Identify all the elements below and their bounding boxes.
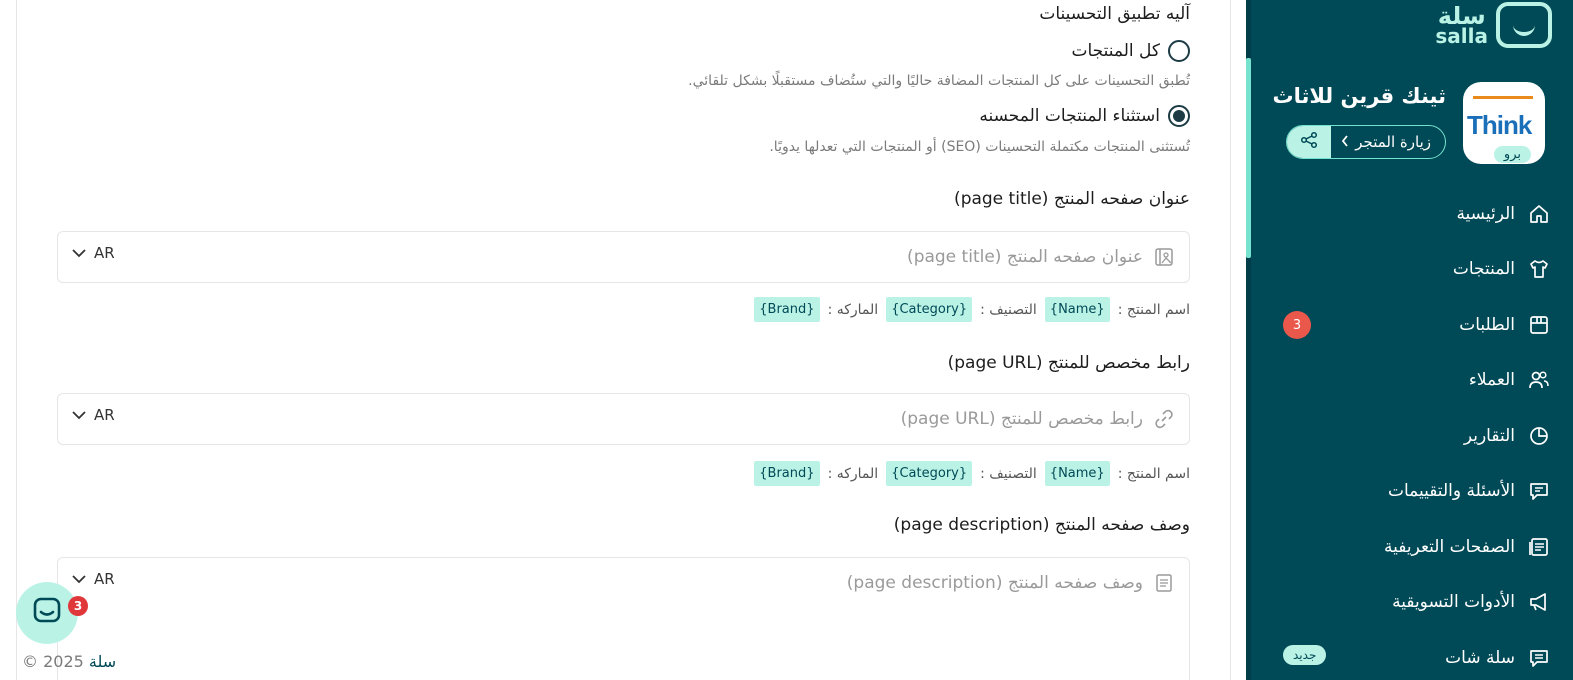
- sidebar-item-reports[interactable]: التقارير: [1253, 408, 1573, 464]
- salla-bag-icon: [1496, 2, 1552, 48]
- visit-store-label: زيارة المتجر: [1355, 133, 1431, 151]
- footer-brand-link[interactable]: سلة: [89, 652, 116, 671]
- page-url-lang-select[interactable]: AR: [72, 406, 115, 424]
- category-tag-label: التصنيف :: [980, 301, 1037, 318]
- name-tag-label: اسم المنتج :: [1117, 301, 1190, 318]
- sidebar-item-label: المنتجات: [1452, 259, 1515, 280]
- option-all-products-label: كل المنتجات: [1071, 41, 1160, 61]
- sidebar: سلة salla Think برو ثينك قرين للاثاث زيا…: [1246, 0, 1573, 680]
- chat-notification-badge: 3: [68, 596, 88, 616]
- sidebar-item-marketing[interactable]: الأدوات التسويقية: [1253, 575, 1573, 631]
- sidebar-item-reviews[interactable]: الأسئلة والتقييمات: [1253, 464, 1573, 520]
- chevron-down-icon: [72, 244, 86, 262]
- category-tag[interactable]: {Category}: [886, 461, 973, 486]
- chevron-down-icon: [72, 406, 86, 424]
- option-all-products-description: تُطبق التحسينات على كل المنتجات المضافة …: [688, 73, 1190, 89]
- option-exclude-optimized-label: استثناء المنتجات المحسنه: [979, 106, 1160, 126]
- sidebar-scroll-thumb[interactable]: [1246, 58, 1251, 258]
- share-icon: [1300, 131, 1318, 153]
- sidebar-item-label: الأسئلة والتقييمات: [1387, 481, 1515, 502]
- sidebar-item-salla-chat[interactable]: سلة شات جديد: [1253, 630, 1573, 680]
- salla-logo[interactable]: سلة salla: [1435, 2, 1552, 48]
- pie-chart-icon: [1527, 424, 1551, 448]
- option-exclude-optimized-description: تُستثنى المنتجات مكتملة التحسينات (SEO) …: [769, 139, 1190, 155]
- pages-icon: [1527, 535, 1551, 559]
- page-description-lang-select[interactable]: AR: [72, 570, 115, 588]
- name-tag-label: اسم المنتج :: [1117, 465, 1190, 482]
- orders-box-icon: [1527, 313, 1551, 337]
- page-title-tags: اسم المنتج : {Name} التصنيف : {Category}…: [754, 297, 1190, 322]
- logo-text-en: salla: [1435, 24, 1488, 48]
- image-field-icon: [1153, 246, 1175, 268]
- brand-tag-label: الماركه :: [827, 465, 879, 482]
- sidebar-item-label: الرئيسية: [1456, 203, 1515, 224]
- page-title-input[interactable]: عنوان صفحه المنتج (page title) AR: [57, 231, 1190, 283]
- users-icon: [1527, 368, 1551, 392]
- share-button[interactable]: [1287, 126, 1332, 158]
- support-chat-button[interactable]: [16, 582, 78, 644]
- seo-settings-card: آليه تطبيق التحسينات كل المنتجات تُطبق ا…: [16, 0, 1231, 680]
- name-tag[interactable]: {Name}: [1044, 461, 1110, 486]
- option-all-products[interactable]: كل المنتجات: [1071, 40, 1190, 62]
- page-description-placeholder: وصف صفحه المنتج (page description): [846, 573, 1143, 593]
- chat-icon: [32, 596, 62, 630]
- page-description-input[interactable]: وصف صفحه المنتج (page description) AR: [57, 557, 1190, 680]
- sidebar-item-label: سلة شات: [1445, 647, 1515, 668]
- sidebar-item-home[interactable]: الرئيسية: [1253, 186, 1573, 242]
- radio-all-products[interactable]: [1168, 40, 1190, 62]
- home-icon: [1527, 202, 1551, 226]
- visit-store-button[interactable]: زيارة المتجر: [1331, 126, 1445, 158]
- page-url-label: رابط مخصص للمنتج (page URL): [947, 353, 1190, 373]
- lang-value: AR: [94, 406, 115, 424]
- category-tag-label: التصنيف :: [980, 465, 1037, 482]
- new-feature-badge: جديد: [1283, 645, 1327, 665]
- chevron-down-icon: [72, 570, 86, 588]
- visit-store-group: زيارة المتجر: [1286, 125, 1446, 159]
- category-tag[interactable]: {Category}: [886, 297, 973, 322]
- page-title-placeholder: عنوان صفحه المنتج (page title): [907, 247, 1143, 267]
- page-url-input[interactable]: رابط مخصص للمنتج (page URL) AR: [57, 393, 1190, 445]
- sidebar-item-label: التقارير: [1463, 425, 1515, 446]
- sidebar-item-customers[interactable]: العملاء: [1253, 353, 1573, 409]
- sidebar-item-label: الصفحات التعريفية: [1384, 536, 1515, 557]
- sidebar-menu: الرئيسية المنتجات الطلبات 3 العملاء التق…: [1253, 186, 1573, 680]
- store-name: ثينك قرين للاثاث: [1272, 84, 1446, 108]
- megaphone-icon: [1527, 590, 1551, 614]
- page-url-placeholder: رابط مخصص للمنتج (page URL): [900, 409, 1143, 429]
- app-root: آليه تطبيق التحسينات كل المنتجات تُطبق ا…: [0, 0, 1573, 680]
- sidebar-item-products[interactable]: المنتجات: [1253, 242, 1573, 298]
- lang-value: AR: [94, 570, 115, 588]
- sidebar-item-label: العملاء: [1468, 370, 1515, 391]
- sidebar-item-label: الطلبات: [1459, 314, 1515, 335]
- sidebar-item-orders[interactable]: الطلبات 3: [1253, 297, 1573, 353]
- brand-tag-label: الماركه :: [827, 301, 879, 318]
- radio-exclude-optimized[interactable]: [1168, 105, 1190, 127]
- mechanism-title: آليه تطبيق التحسينات: [1039, 4, 1190, 24]
- page-url-tags: اسم المنتج : {Name} التصنيف : {Category}…: [754, 461, 1190, 486]
- page-description-label: وصف صفحه المنتج (page description): [893, 515, 1190, 535]
- document-icon: [1153, 572, 1175, 594]
- footer-copyright: © 2025 سلة: [22, 652, 116, 671]
- lang-value: AR: [94, 244, 115, 262]
- sidebar-item-pages[interactable]: الصفحات التعريفية: [1253, 519, 1573, 575]
- orders-count-badge: 3: [1283, 311, 1311, 339]
- reviews-icon: [1527, 479, 1551, 503]
- link-icon: [1153, 408, 1175, 430]
- chevron-left-icon: [1341, 133, 1349, 151]
- footer-year: © 2025: [22, 652, 84, 671]
- page-title-lang-select[interactable]: AR: [72, 244, 115, 262]
- tshirt-icon: [1527, 257, 1551, 281]
- plan-badge: برو: [1493, 146, 1531, 163]
- brand-tag[interactable]: {Brand}: [754, 461, 820, 486]
- option-exclude-optimized[interactable]: استثناء المنتجات المحسنه: [979, 105, 1190, 127]
- name-tag[interactable]: {Name}: [1044, 297, 1110, 322]
- page-title-label: عنوان صفحه المنتج (page title): [954, 189, 1190, 209]
- chat-icon: [1527, 646, 1551, 670]
- sidebar-scrollbar[interactable]: [1246, 0, 1251, 680]
- store-logo-text: Think: [1467, 110, 1532, 140]
- brand-tag[interactable]: {Brand}: [754, 297, 820, 322]
- sidebar-item-label: الأدوات التسويقية: [1392, 592, 1515, 613]
